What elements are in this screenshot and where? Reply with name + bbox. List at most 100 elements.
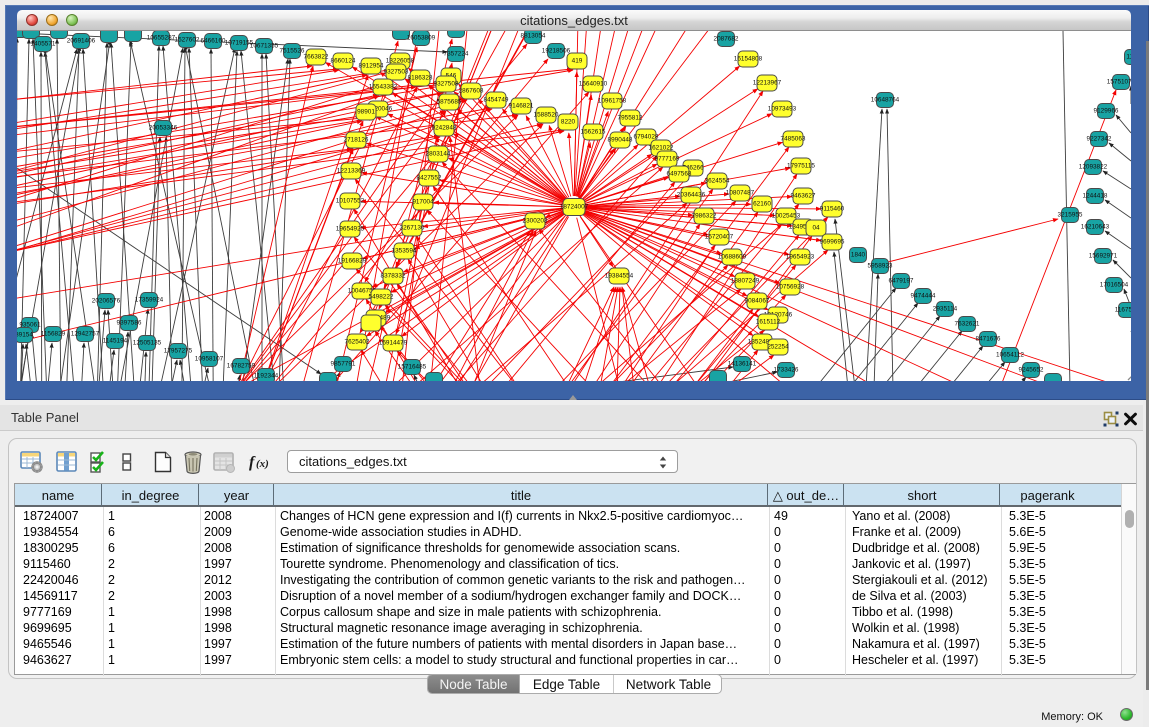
svg-text:9397586: 9397586 xyxy=(117,320,142,327)
svg-text:10025453: 10025453 xyxy=(772,213,801,220)
svg-text:5875685: 5875685 xyxy=(437,99,462,106)
svg-text:5958923: 5958923 xyxy=(868,263,893,270)
svg-text:917004: 917004 xyxy=(412,199,434,206)
svg-text:15751074: 15751074 xyxy=(1107,79,1131,86)
svg-text:10648764: 10648764 xyxy=(871,97,900,104)
svg-text:13226058: 13226058 xyxy=(386,58,415,65)
svg-text:9146821: 9146821 xyxy=(509,103,534,110)
svg-text:15720407: 15720407 xyxy=(705,234,734,241)
svg-text:62160: 62160 xyxy=(753,201,771,208)
svg-text:1156829: 1156829 xyxy=(41,331,66,338)
svg-text:1112: 1112 xyxy=(1126,54,1131,61)
svg-text:9245652: 9245652 xyxy=(1019,367,1044,374)
svg-text:12213369: 12213369 xyxy=(337,168,366,175)
svg-text:1733426: 1733426 xyxy=(774,367,799,374)
svg-text:12093822: 12093822 xyxy=(1079,164,1108,171)
svg-text:9463627: 9463627 xyxy=(791,193,816,200)
svg-text:14136141: 14136141 xyxy=(728,361,757,368)
svg-text:1588520: 1588520 xyxy=(534,112,559,119)
svg-text:3624554: 3624554 xyxy=(705,178,730,185)
svg-text:9699695: 9699695 xyxy=(820,239,845,246)
svg-text:10756928: 10756928 xyxy=(776,284,805,291)
svg-text:8220: 8220 xyxy=(561,119,576,126)
svg-text:3215955: 3215955 xyxy=(1058,212,1083,219)
svg-text:1527602: 1527602 xyxy=(175,37,200,44)
svg-text:17359924: 17359924 xyxy=(135,297,164,304)
svg-text:7485063: 7485063 xyxy=(781,136,806,143)
svg-text:7515526: 7515526 xyxy=(280,48,305,55)
svg-text:10688609: 10688609 xyxy=(718,254,747,261)
svg-text:6497568: 6497568 xyxy=(667,171,692,178)
svg-text:7986322: 7986322 xyxy=(692,213,717,220)
svg-text:10961758: 10961758 xyxy=(598,98,627,105)
svg-text:10807487: 10807487 xyxy=(726,190,755,197)
svg-text:17957275: 17957275 xyxy=(164,348,193,355)
svg-text:12213967: 12213967 xyxy=(753,80,782,87)
svg-text:1405571: 1405571 xyxy=(31,41,56,48)
svg-text:3267130: 3267130 xyxy=(400,225,425,232)
svg-text:2087682: 2087682 xyxy=(714,36,739,43)
svg-text:9777169: 9777169 xyxy=(655,156,680,163)
svg-text:2935114: 2935114 xyxy=(933,306,958,313)
svg-text:2300203: 2300203 xyxy=(523,218,548,225)
svg-text:6466160: 6466160 xyxy=(201,38,226,45)
svg-text:19166829: 19166829 xyxy=(338,258,367,265)
svg-text:20053346: 20053346 xyxy=(149,125,178,132)
svg-text:04: 04 xyxy=(812,225,820,232)
svg-text:8454749: 8454749 xyxy=(484,97,509,104)
svg-text:19654925: 19654925 xyxy=(336,226,365,233)
svg-text:17975115: 17975115 xyxy=(787,163,815,170)
svg-text:7632621: 7632621 xyxy=(955,321,980,328)
svg-text:9474444: 9474444 xyxy=(911,293,936,300)
svg-text:2718126: 2718126 xyxy=(344,137,369,144)
svg-text:20691406: 20691406 xyxy=(67,38,96,45)
svg-text:8990448: 8990448 xyxy=(608,137,633,144)
svg-text:20206576: 20206576 xyxy=(92,298,121,305)
svg-text:8186328: 8186328 xyxy=(408,75,433,82)
svg-text:f: f xyxy=(249,454,256,471)
svg-text:1145194: 1145194 xyxy=(103,338,128,345)
svg-text:10973493: 10973493 xyxy=(768,106,797,113)
svg-text:16210643: 16210643 xyxy=(1081,224,1110,231)
svg-text:19654923: 19654923 xyxy=(786,254,815,261)
svg-text:10107552: 10107552 xyxy=(336,198,365,205)
svg-text:9129966: 9129966 xyxy=(1094,108,1119,115)
svg-text:1167533: 1167533 xyxy=(1115,307,1131,314)
svg-text:252254: 252254 xyxy=(767,344,789,351)
svg-text:98901: 98901 xyxy=(357,109,375,116)
svg-text:9327503: 9327503 xyxy=(384,69,409,76)
svg-text:7625402: 7625402 xyxy=(345,339,370,346)
svg-text:2803144: 2803144 xyxy=(426,151,451,158)
svg-text:15692971: 15692971 xyxy=(1089,253,1118,260)
svg-text:10654112: 10654112 xyxy=(996,352,1024,359)
svg-text:20364436: 20364436 xyxy=(677,192,706,199)
svg-text:9115460: 9115460 xyxy=(820,206,845,213)
svg-text:1621022: 1621022 xyxy=(649,145,674,152)
svg-text:1615112: 1615112 xyxy=(756,319,781,326)
svg-text:39154: 39154 xyxy=(17,332,33,339)
svg-text:7663822: 7663822 xyxy=(304,54,329,61)
svg-text:1840: 1840 xyxy=(851,252,866,259)
svg-text:6794028: 6794028 xyxy=(634,134,659,141)
svg-text:9242848: 9242848 xyxy=(432,125,457,132)
svg-text:1562615: 1562615 xyxy=(581,129,606,136)
svg-text:9327508: 9327508 xyxy=(434,81,459,88)
svg-text:12505135: 12505135 xyxy=(133,340,162,347)
svg-text:16543382: 16543382 xyxy=(369,84,398,91)
svg-text:9084067: 9084067 xyxy=(745,298,770,305)
svg-text:2867608: 2867608 xyxy=(459,88,484,95)
svg-text:18807249: 18807249 xyxy=(731,278,760,285)
svg-text:10655287: 10655287 xyxy=(147,35,176,42)
svg-text:7357224: 7357224 xyxy=(444,51,469,58)
svg-text:5498222: 5498222 xyxy=(369,294,394,301)
svg-text:16154808: 16154808 xyxy=(734,56,763,63)
svg-text:18724007: 18724007 xyxy=(560,204,589,211)
svg-text:419: 419 xyxy=(572,58,583,65)
svg-text:16782759: 16782759 xyxy=(227,363,256,370)
svg-text:10671355: 10671355 xyxy=(250,43,279,50)
svg-text:10958107: 10958107 xyxy=(195,356,224,363)
svg-text:19384554: 19384554 xyxy=(605,273,634,280)
svg-text:(x): (x) xyxy=(256,458,269,470)
svg-text:17016504: 17016504 xyxy=(1100,282,1129,289)
svg-text:8912954: 8912954 xyxy=(359,63,384,70)
